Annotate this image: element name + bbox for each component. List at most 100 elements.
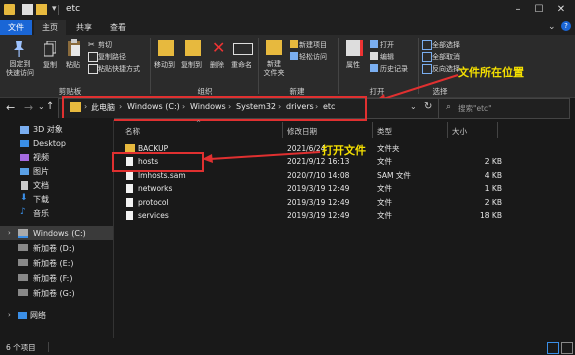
paste-button[interactable]: 粘贴	[66, 60, 80, 70]
quick-access-dropdown-icon[interactable]: ▾	[52, 4, 57, 14]
table-row[interactable]: networks 2019/3/19 12:49 文件 1 KB	[120, 182, 510, 195]
up-icon[interactable]: ↑	[46, 101, 54, 112]
tab-view[interactable]: 查看	[102, 20, 134, 35]
maximize-icon[interactable]: ☐	[531, 2, 547, 18]
nav-item-desktop[interactable]: Desktop	[33, 137, 66, 150]
nav-item-downloads[interactable]: 下载	[33, 193, 49, 206]
new-folder-quick-icon[interactable]	[36, 4, 47, 15]
nav-item-videos[interactable]: 视频	[33, 151, 49, 164]
cut-icon[interactable]: ✂	[88, 40, 95, 49]
column-header-type[interactable]: 类型	[377, 126, 392, 137]
file-icon	[126, 198, 133, 207]
nav-item-music[interactable]: 音乐	[33, 207, 49, 220]
group-divider	[258, 38, 259, 94]
file-type: 文件夹	[377, 144, 400, 153]
address-dropdown-icon[interactable]: ⌄	[410, 102, 417, 111]
file-name: networks	[138, 184, 173, 193]
copy-path-icon[interactable]	[88, 52, 98, 62]
large-icons-view-icon[interactable]	[561, 342, 573, 354]
select-none-button[interactable]: 全部取消	[432, 52, 460, 62]
file-date: 2019/3/19 12:49	[287, 211, 350, 220]
back-icon[interactable]: ←	[6, 101, 15, 114]
copy-icon[interactable]	[43, 40, 57, 57]
drive-e-icon	[18, 259, 28, 266]
cut-button[interactable]: 剪切	[98, 40, 112, 50]
column-resize-handle[interactable]	[447, 122, 448, 138]
tab-home[interactable]: 主页	[34, 20, 66, 35]
delete-button[interactable]: 删除	[210, 60, 224, 70]
search-placeholder: 搜索"etc"	[458, 104, 492, 113]
copy-to-button[interactable]: 复制到	[181, 60, 202, 70]
move-to-button[interactable]: 移动到	[154, 60, 175, 70]
open-button[interactable]: 打开	[380, 40, 394, 50]
column-header-size[interactable]: 大小	[452, 126, 467, 137]
nav-item-pictures[interactable]: 图片	[33, 165, 49, 178]
edit-icon[interactable]	[370, 52, 378, 60]
column-resize-handle[interactable]	[497, 122, 498, 138]
delete-icon[interactable]: ✕	[212, 38, 225, 57]
sort-ascending-icon: ^	[196, 120, 202, 127]
column-resize-handle[interactable]	[372, 122, 373, 138]
nav-item-drive-e[interactable]: 新加卷 (E:)	[33, 257, 74, 270]
paste-shortcut-icon[interactable]	[88, 64, 98, 74]
help-icon[interactable]: ?	[561, 21, 571, 31]
edit-button[interactable]: 编辑	[380, 52, 394, 62]
annotation-arrow-open-file	[202, 151, 321, 163]
pin-icon[interactable]	[12, 40, 26, 58]
table-row[interactable]: services 2019/3/19 12:49 文件 18 KB	[120, 209, 510, 222]
refresh-icon[interactable]: ↻	[424, 101, 432, 112]
file-type: 文件	[377, 211, 392, 220]
new-folder-button[interactable]: 新建 文件夹	[262, 60, 286, 78]
pin-quick-access-button[interactable]: 固定到 快速访问	[4, 60, 36, 78]
title-divider	[58, 5, 59, 15]
status-divider	[48, 342, 49, 352]
expand-chevron-icon[interactable]: ›	[8, 311, 11, 319]
file-date: 2019/3/19 12:49	[287, 198, 350, 207]
paste-icon[interactable]	[67, 39, 81, 57]
file-type: 文件	[377, 184, 392, 193]
move-to-icon[interactable]	[158, 40, 174, 56]
properties-button[interactable]: 属性	[346, 60, 360, 70]
forward-icon[interactable]: →	[24, 101, 33, 114]
nav-item-documents[interactable]: 文档	[33, 179, 49, 192]
downloads-icon: ⬇	[20, 193, 28, 203]
ribbon-expand-icon[interactable]: ⌄	[548, 22, 556, 32]
copy-to-icon[interactable]	[185, 40, 201, 56]
close-icon[interactable]: ✕	[553, 2, 569, 18]
history-icon[interactable]	[370, 64, 378, 72]
select-all-button[interactable]: 全部选择	[432, 40, 460, 50]
open-icon[interactable]	[370, 40, 378, 48]
nav-item-drive-c[interactable]: Windows (C:)	[33, 227, 86, 240]
column-header-date[interactable]: 修改日期	[287, 126, 317, 137]
easy-access-icon[interactable]	[290, 52, 298, 60]
tab-file[interactable]: 文件	[0, 20, 32, 35]
recent-locations-icon[interactable]: ⌄	[38, 102, 45, 111]
details-view-icon[interactable]	[547, 342, 559, 354]
expand-chevron-icon[interactable]: ›	[8, 229, 11, 237]
select-none-icon[interactable]	[422, 52, 432, 62]
copy-button[interactable]: 复制	[43, 60, 57, 70]
properties-quick-icon[interactable]	[22, 4, 33, 15]
rename-button[interactable]: 重命名	[231, 60, 252, 70]
nav-item-drive-f[interactable]: 新加卷 (F:)	[33, 272, 72, 285]
file-size: 4 KB	[484, 171, 502, 180]
easy-access-button[interactable]: 轻松访问	[299, 52, 327, 62]
new-item-icon[interactable]	[290, 40, 298, 48]
rename-icon[interactable]	[233, 43, 253, 55]
select-all-icon[interactable]	[422, 40, 432, 50]
minimize-icon[interactable]: –	[510, 2, 526, 18]
tab-share[interactable]: 共享	[68, 20, 100, 35]
column-header-name[interactable]: 名称	[125, 126, 140, 137]
new-item-button[interactable]: 新建项目	[299, 40, 327, 50]
table-row[interactable]: protocol 2019/3/19 12:49 文件 2 KB	[120, 196, 510, 209]
nav-item-drive-d[interactable]: 新加卷 (D:)	[33, 242, 75, 255]
copy-path-button[interactable]: 复制路径	[98, 52, 126, 62]
new-folder-icon[interactable]	[266, 40, 282, 55]
annotation-file-location: 文件所在位置	[458, 66, 524, 79]
column-resize-handle[interactable]	[282, 122, 283, 138]
nav-item-drive-g[interactable]: 新加卷 (G:)	[33, 287, 75, 300]
nav-item-3d-objects[interactable]: 3D 对象	[33, 123, 63, 136]
paste-shortcut-button[interactable]: 粘贴快捷方式	[98, 64, 140, 74]
properties-icon[interactable]	[346, 40, 363, 56]
nav-item-network[interactable]: 网络	[30, 309, 46, 322]
